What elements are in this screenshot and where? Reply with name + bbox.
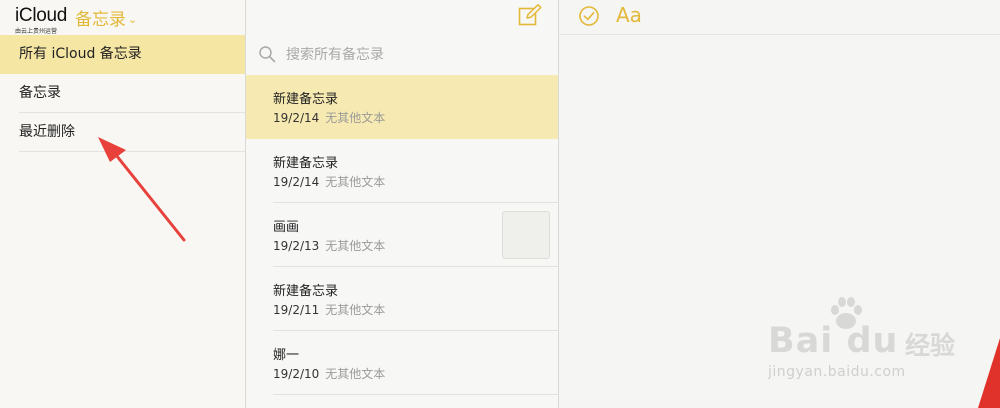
note-date: 19/2/14 — [273, 111, 320, 125]
note-title: 画画 — [273, 220, 300, 235]
search-input[interactable] — [284, 43, 548, 67]
watermark-jingyan: 经验 — [905, 331, 956, 360]
watermark-url: jingyan.baidu.com — [768, 364, 906, 380]
note-date: 19/2/14 — [273, 175, 320, 189]
note-item[interactable]: 娜一 19/2/10 无其他文本 — [246, 331, 558, 395]
toolbar-divider — [559, 34, 1000, 35]
note-item[interactable]: 新建备忘录 19/2/14 无其他文本 — [246, 75, 558, 139]
app-name: 备忘录 — [75, 10, 126, 30]
note-date: 19/2/10 — [273, 367, 320, 381]
folder-label: 最近删除 — [19, 124, 75, 140]
note-item[interactable]: 新建备忘录 19/2/14 无其他文本 — [246, 139, 558, 203]
app-switcher[interactable]: 备忘录 ⌄ — [75, 5, 137, 30]
note-meta: 19/2/14 无其他文本 — [273, 173, 385, 190]
checklist-icon[interactable] — [578, 5, 600, 27]
folder-notes[interactable]: 备忘录 — [0, 74, 245, 113]
folder-recently-deleted[interactable]: 最近删除 — [0, 113, 245, 152]
corner-decoration — [978, 338, 1000, 408]
note-item[interactable]: 新建备忘录 19/2/11 无其他文本 — [246, 267, 558, 331]
note-preview: 无其他文本 — [325, 303, 386, 317]
search-icon — [259, 46, 276, 63]
note-meta: 19/2/11 无其他文本 — [273, 301, 385, 318]
folder-label: 备忘录 — [19, 85, 61, 101]
note-preview: 无其他文本 — [325, 367, 386, 381]
note-title: 新建备忘录 — [273, 92, 339, 107]
note-preview: 无其他文本 — [325, 175, 386, 189]
note-meta: 19/2/14 无其他文本 — [273, 109, 385, 126]
folder-sidebar: iCloud 由云上贵州运营 备忘录 ⌄ 所有 iCloud 备忘录 备忘录 最近… — [0, 0, 246, 408]
note-item[interactable]: 画画 19/2/13 无其他文本 — [246, 203, 558, 267]
watermark-baidu: Bai du — [768, 321, 899, 361]
brand-subtitle: 由云上贵州运营 — [15, 28, 58, 35]
note-preview: 无其他文本 — [325, 239, 386, 253]
note-list-pane: 新建备忘录 19/2/14 无其他文本 新建备忘录 19/2/14 无其他文本 画画… — [246, 0, 559, 408]
baidu-watermark: Bai du 经验 jingyan.baidu.com — [768, 296, 968, 396]
compose-icon[interactable] — [518, 4, 542, 26]
note-date: 19/2/13 — [273, 239, 320, 253]
note-meta: 19/2/13 无其他文本 — [273, 237, 385, 254]
note-title: 新建备忘录 — [273, 284, 339, 299]
folder-label: 所有 iCloud 备忘录 — [19, 46, 142, 62]
folder-all-icloud[interactable]: 所有 iCloud 备忘录 — [0, 35, 245, 74]
note-title: 娜一 — [273, 348, 300, 363]
folder-list: 所有 iCloud 备忘录 备忘录 最近删除 — [0, 35, 245, 152]
note-thumbnail — [502, 211, 550, 259]
note-date: 19/2/11 — [273, 303, 320, 317]
search-bar — [246, 35, 558, 73]
note-list: 新建备忘录 19/2/14 无其他文本 新建备忘录 19/2/14 无其他文本 画画… — [246, 75, 558, 395]
format-button[interactable]: Aa — [616, 3, 642, 27]
note-meta: 19/2/10 无其他文本 — [273, 365, 385, 382]
icloud-logo[interactable]: iCloud — [15, 5, 67, 27]
note-title: 新建备忘录 — [273, 156, 339, 171]
chevron-down-icon: ⌄ — [128, 13, 138, 26]
note-preview: 无其他文本 — [325, 111, 386, 125]
